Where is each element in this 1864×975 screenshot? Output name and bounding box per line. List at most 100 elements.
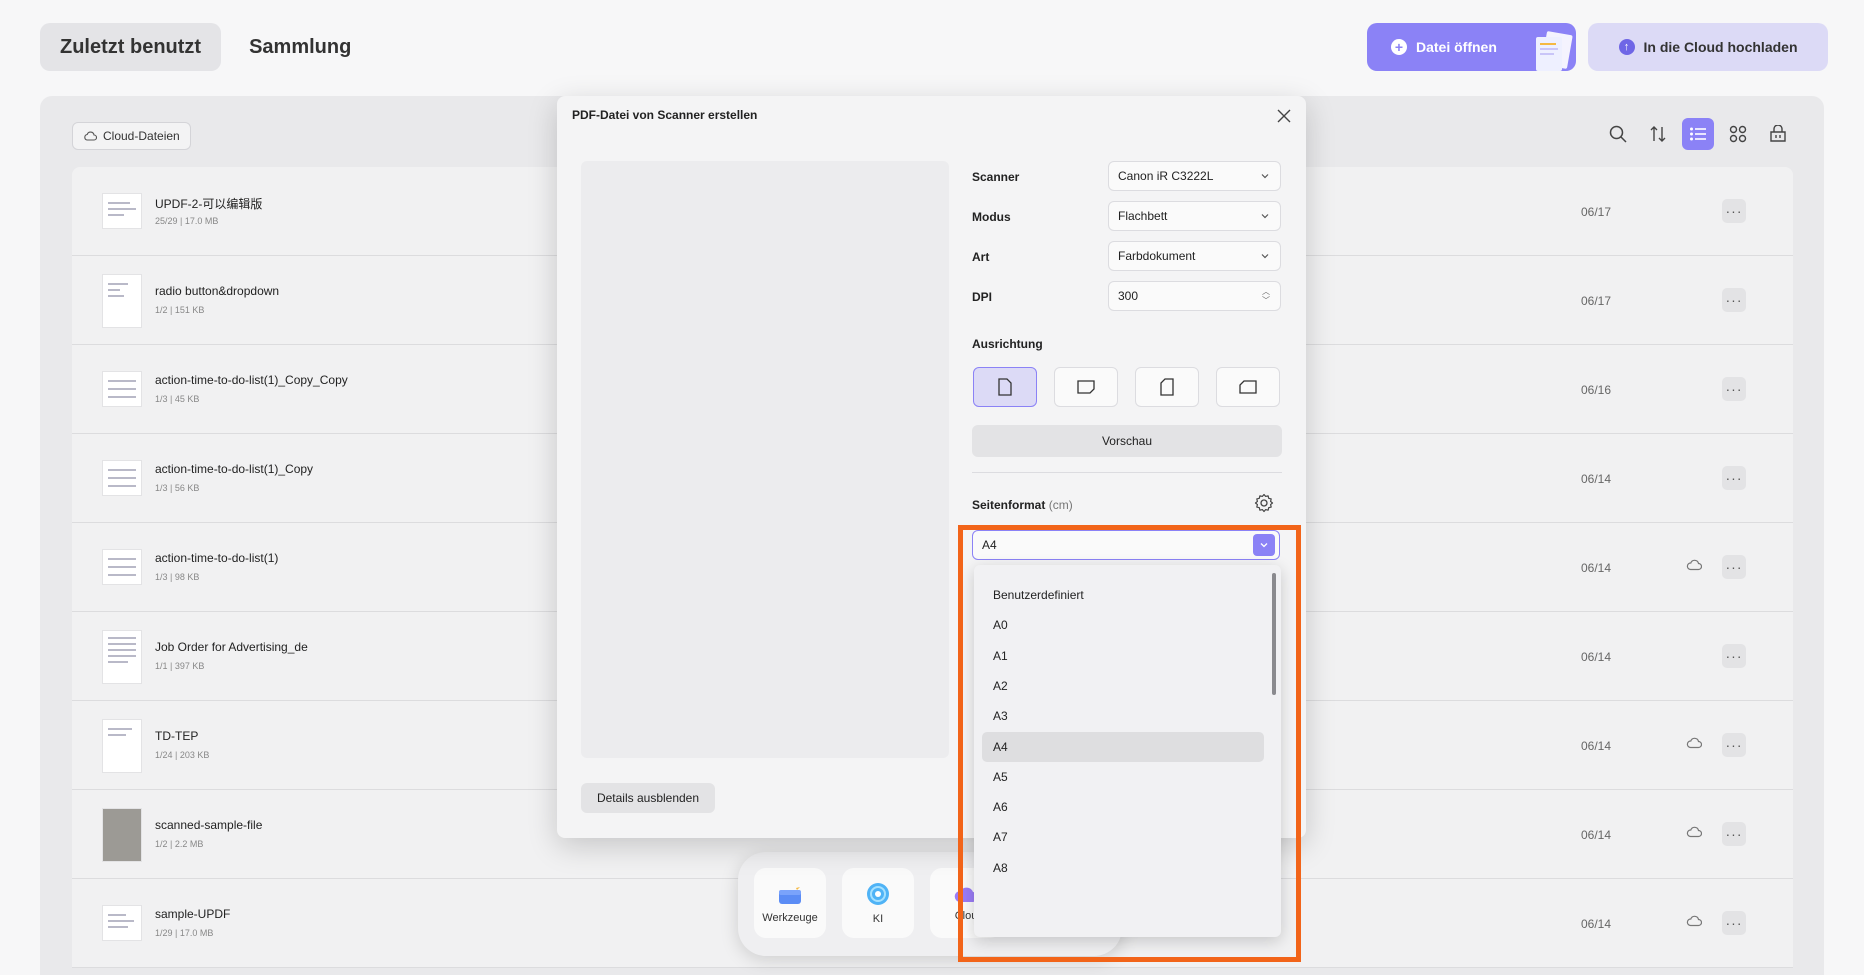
file-date: 06/14 — [1581, 650, 1612, 664]
landscape-rotated-page-icon — [1239, 380, 1257, 394]
basket-button[interactable] — [1762, 118, 1794, 150]
file-meta: 1/3 | 56 KB — [155, 483, 200, 493]
cloud-synced-icon — [1686, 737, 1702, 749]
grid-view-button[interactable] — [1722, 118, 1754, 150]
file-date: 06/16 — [1581, 383, 1612, 397]
file-meta: 25/29 | 17.0 MB — [155, 216, 219, 226]
file-name: action-time-to-do-list(1) — [155, 551, 279, 565]
orientation-landscape-button[interactable] — [1054, 367, 1118, 407]
file-thumbnail — [102, 905, 142, 941]
view-toolbar — [1602, 118, 1794, 150]
preview-button[interactable]: Vorschau — [972, 425, 1282, 457]
file-thumbnail — [102, 460, 142, 496]
more-options-button[interactable]: ··· — [1722, 288, 1746, 312]
stepper-arrows-icon[interactable]: ︿ ﹀ — [1262, 287, 1270, 305]
scanner-value: Canon iR C3222L — [1118, 169, 1214, 183]
hide-details-button[interactable]: Details ausblenden — [581, 783, 715, 813]
file-date: 06/14 — [1581, 828, 1612, 842]
dialog-title: PDF-Datei von Scanner erstellen — [572, 108, 758, 122]
file-thumbnail — [102, 808, 142, 862]
orientation-landscape-rotated-button[interactable] — [1216, 367, 1280, 407]
more-options-button[interactable]: ··· — [1722, 822, 1746, 846]
open-file-button[interactable]: + Datei öffnen — [1367, 23, 1576, 71]
file-meta: 1/3 | 98 KB — [155, 572, 200, 582]
dpi-value: 300 — [1118, 289, 1139, 303]
chevron-down-icon — [1261, 174, 1269, 179]
file-date: 06/14 — [1581, 561, 1612, 575]
file-thumbnail — [102, 274, 142, 328]
file-name: sample-UPDF — [155, 907, 231, 921]
grid-view-icon — [1729, 125, 1747, 143]
file-thumbnail — [102, 549, 142, 585]
file-date: 06/14 — [1581, 472, 1612, 486]
toolbox-icon — [779, 884, 801, 904]
page-format-label: Seitenformat (cm) — [972, 498, 1073, 512]
more-options-button[interactable]: ··· — [1722, 644, 1746, 668]
page-format-unit: (cm) — [1048, 498, 1073, 512]
documents-deco-icon — [1536, 31, 1573, 71]
upload-icon: ↑ — [1618, 39, 1635, 55]
orientation-portrait-rotated-button[interactable] — [1135, 367, 1199, 407]
landscape-page-icon — [1077, 380, 1095, 394]
file-name: action-time-to-do-list(1)_Copy — [155, 462, 314, 476]
list-view-button[interactable] — [1682, 118, 1714, 150]
orientation-portrait-button[interactable] — [973, 367, 1037, 407]
file-name: TD-TEP — [155, 729, 199, 743]
chevron-down-icon — [1261, 214, 1269, 219]
file-meta: 1/24 | 203 KB — [155, 750, 210, 760]
page-format-settings-button[interactable] — [1254, 493, 1274, 518]
highlight-annotation — [958, 525, 1301, 962]
type-value: Farbdokument — [1118, 249, 1196, 263]
file-name: Job Order for Advertising_de — [155, 640, 308, 654]
type-label: Art — [972, 250, 990, 264]
dpi-stepper[interactable]: 300 ︿ ﹀ — [1108, 281, 1281, 311]
ai-icon — [867, 883, 889, 905]
file-meta: 1/29 | 17.0 MB — [155, 928, 214, 938]
file-meta: 1/3 | 45 KB — [155, 394, 200, 404]
file-thumbnail — [102, 371, 142, 407]
tab-collection[interactable]: Sammlung — [229, 23, 371, 71]
plus-circle-icon: + — [1391, 39, 1407, 55]
list-view-icon — [1690, 127, 1706, 141]
mode-value: Flachbett — [1118, 209, 1168, 223]
tab-recent[interactable]: Zuletzt benutzt — [40, 23, 222, 71]
close-button[interactable] — [1274, 106, 1294, 126]
file-name: scanned-sample-file — [155, 818, 263, 832]
file-meta: 1/2 | 2.2 MB — [155, 839, 204, 849]
file-thumbnail — [102, 719, 142, 773]
sort-icon — [1650, 126, 1666, 142]
file-meta: 1/2 | 151 KB — [155, 305, 205, 315]
file-date: 06/17 — [1581, 205, 1612, 219]
more-options-button[interactable]: ··· — [1722, 911, 1746, 935]
dock-tools-button[interactable]: Werkzeuge — [754, 868, 826, 938]
type-select[interactable]: Farbdokument — [1108, 241, 1281, 271]
portrait-rotated-page-icon — [1160, 378, 1174, 396]
file-name: radio button&dropdown — [155, 284, 280, 298]
mode-label: Modus — [972, 210, 1011, 224]
open-file-label: Datei öffnen — [1416, 39, 1497, 55]
dock-ai-label: KI — [872, 913, 884, 925]
sort-button[interactable] — [1642, 118, 1674, 150]
dock-tools-label: Werkzeuge — [762, 912, 818, 924]
file-meta: 1/1 | 397 KB — [155, 661, 205, 671]
scan-preview-area — [581, 161, 949, 758]
more-options-button[interactable]: ··· — [1722, 555, 1746, 579]
more-options-button[interactable]: ··· — [1722, 377, 1746, 401]
dock-ai-button[interactable]: KI — [842, 868, 914, 938]
file-thumbnail — [102, 630, 142, 684]
cloud-files-button[interactable]: Cloud-Dateien — [72, 122, 191, 150]
scanner-select[interactable]: Canon iR C3222L — [1108, 161, 1281, 191]
more-options-button[interactable]: ··· — [1722, 199, 1746, 223]
divider — [972, 472, 1282, 473]
search-button[interactable] — [1602, 118, 1634, 150]
search-icon — [1609, 125, 1627, 143]
upload-cloud-button[interactable]: ↑ In die Cloud hochladen — [1588, 23, 1828, 71]
cloud-files-label: Cloud-Dateien — [103, 129, 180, 143]
orientation-label: Ausrichtung — [972, 337, 1043, 351]
dpi-label: DPI — [972, 290, 993, 304]
file-date: 06/14 — [1581, 917, 1612, 931]
file-thumbnail — [102, 193, 142, 229]
more-options-button[interactable]: ··· — [1722, 733, 1746, 757]
mode-select[interactable]: Flachbett — [1108, 201, 1281, 231]
more-options-button[interactable]: ··· — [1722, 466, 1746, 490]
